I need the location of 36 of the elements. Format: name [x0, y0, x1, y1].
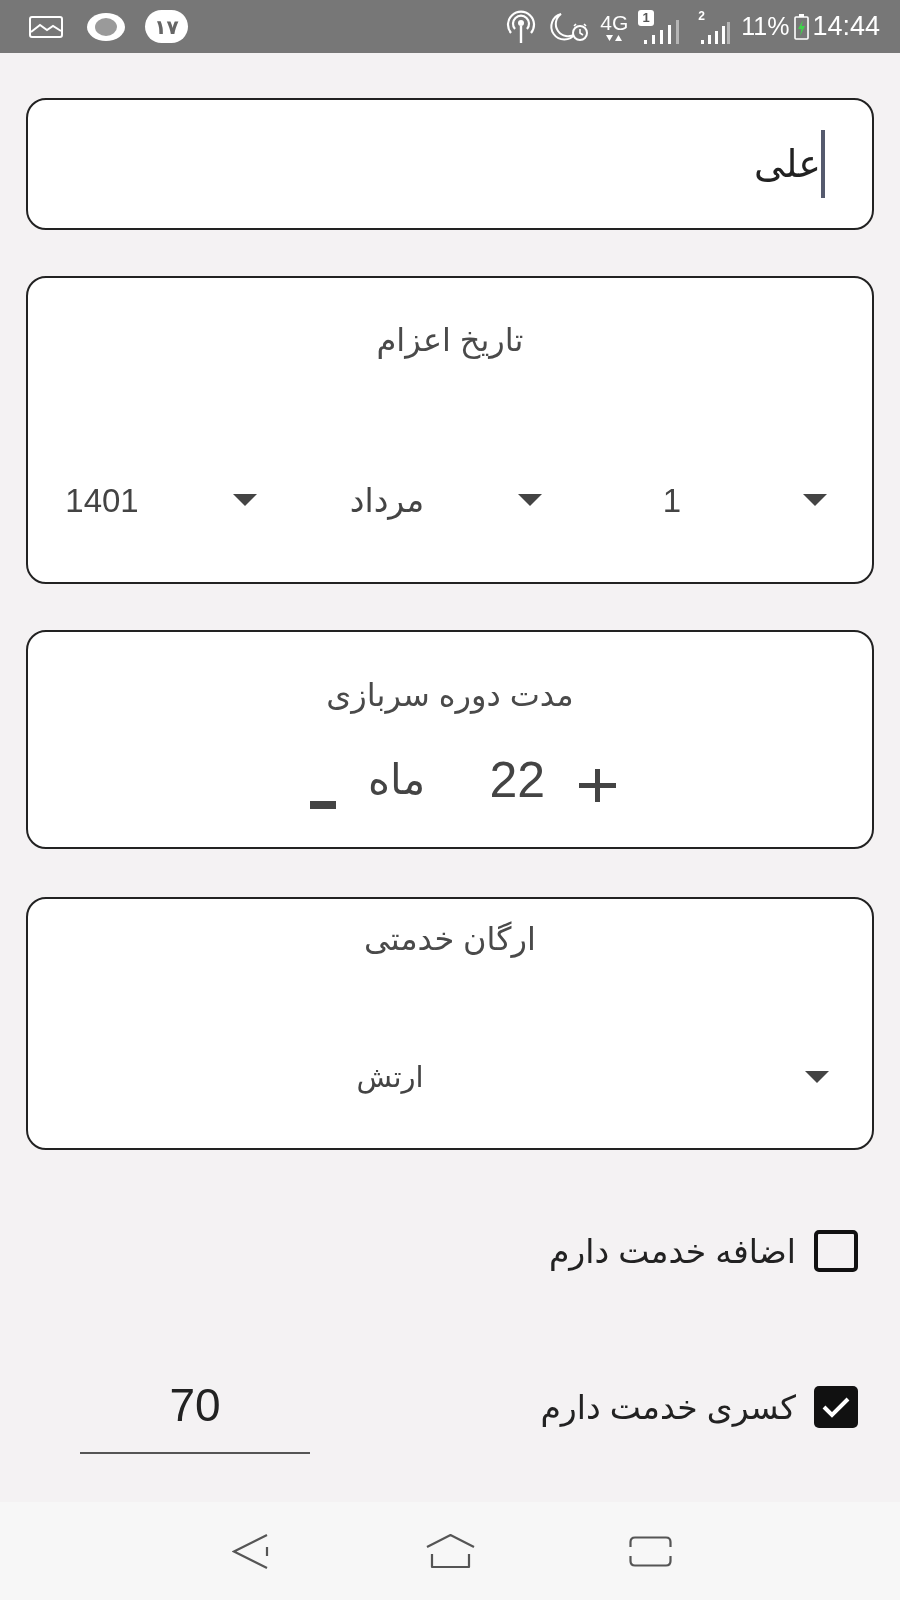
notification-badge: ۱۷: [145, 10, 188, 43]
record-icon: [87, 12, 125, 41]
caret-icon: [803, 494, 827, 506]
clock-time: 14:44: [812, 13, 880, 40]
checkbox[interactable]: [814, 1386, 858, 1428]
signal-icon: [700, 21, 731, 44]
number-input[interactable]: 70: [80, 1382, 310, 1454]
duration-value: 22: [489, 755, 545, 805]
caret-icon: [233, 494, 257, 506]
date-dropdown[interactable]: 1: [602, 475, 827, 525]
back-icon[interactable]: [232, 1532, 269, 1570]
sim-label: 2: [698, 9, 705, 22]
checkbox[interactable]: [814, 1230, 858, 1272]
data-arrows-icon: [604, 33, 625, 42]
moon-alarm-icon: [547, 11, 591, 42]
decrement-button[interactable]: [310, 801, 337, 809]
battery-percent: 11%: [741, 14, 790, 39]
network-type: 4G: [600, 11, 629, 34]
date-dropdown[interactable]: مرداد: [317, 475, 542, 525]
check-icon: [822, 1396, 850, 1418]
caret-icon: [518, 494, 542, 506]
date-dropdown[interactable]: 1401: [32, 475, 257, 525]
increment-button[interactable]: [579, 768, 616, 802]
recent-apps-icon[interactable]: [629, 1535, 672, 1567]
home-icon[interactable]: [426, 1533, 475, 1569]
minus-icon: [310, 801, 337, 809]
card-title: ارگان خدمتی: [364, 920, 536, 959]
card-title: مدت دوره سربازی: [326, 676, 574, 715]
caret-icon: [805, 1071, 829, 1083]
name-input[interactable]: علی: [26, 98, 874, 230]
plus-icon: [579, 768, 616, 802]
sim-badge: 1: [638, 9, 655, 26]
duration-unit: ماه: [368, 759, 426, 801]
branch-dropdown[interactable]: ارتش: [30, 1052, 829, 1102]
image-icon: [29, 15, 63, 38]
card-title: تاریخ اعزام: [376, 321, 524, 360]
